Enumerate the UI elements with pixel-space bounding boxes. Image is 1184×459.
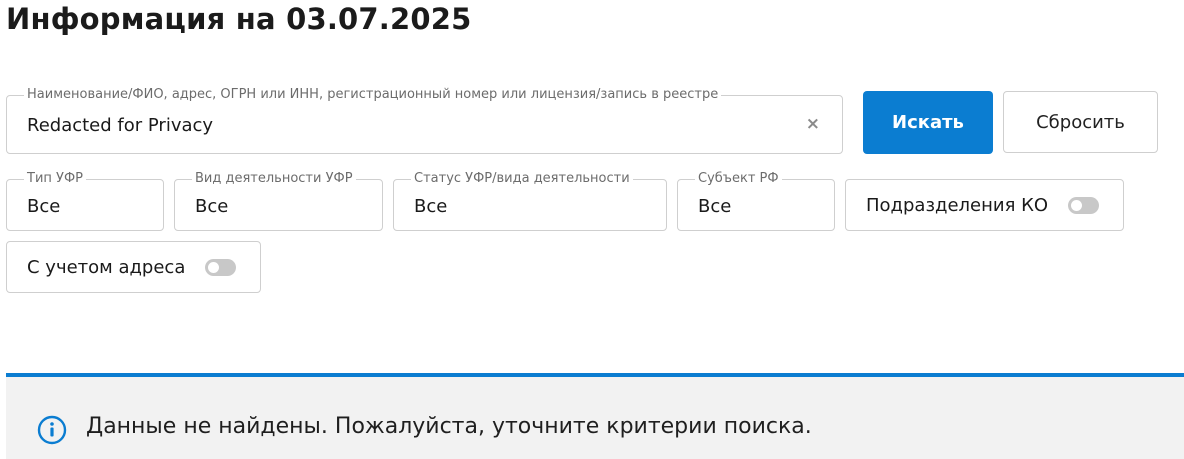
search-field[interactable]: Наименование/ФИО, адрес, ОГРН или ИНН, р…	[6, 87, 843, 154]
filter-activity-type[interactable]: Вид деятельности УФР Все	[174, 171, 383, 231]
search-button[interactable]: Искать	[863, 91, 993, 154]
filter-value: Все	[195, 196, 229, 217]
filter-status[interactable]: Статус УФР/вида деятельности Все	[393, 171, 667, 231]
search-field-label: Наименование/ФИО, адрес, ОГРН или ИНН, р…	[24, 87, 722, 103]
search-page: Информация на 03.07.2025 Наименование/ФИ…	[0, 0, 1184, 459]
filter-value: Все	[414, 196, 448, 217]
toggle-label: Подразделения КО	[866, 194, 1049, 216]
alert-message: Данные не найдены. Пожалуйста, уточните …	[86, 414, 812, 439]
reset-button[interactable]: Сбросить	[1003, 91, 1158, 153]
toggle-switch[interactable]	[1068, 196, 1100, 214]
filter-value: Все	[698, 196, 732, 217]
no-results-alert: Данные не найдены. Пожалуйста, уточните …	[6, 373, 1184, 459]
filter-region[interactable]: Субъект РФ Все	[677, 171, 835, 231]
filter-label: Субъект РФ	[695, 171, 782, 187]
toggle-switch[interactable]	[205, 258, 237, 276]
info-icon	[37, 415, 67, 445]
filter-ufr-type[interactable]: Тип УФР Все	[6, 171, 164, 231]
toggle-ko-divisions[interactable]: Подразделения КО	[845, 179, 1124, 231]
clear-icon[interactable]: ×	[806, 114, 820, 134]
filter-label: Статус УФР/вида деятельности	[411, 171, 633, 187]
search-input[interactable]: Redacted for Privacy	[27, 115, 213, 136]
toggle-with-address[interactable]: С учетом адреса	[6, 241, 261, 293]
filter-value: Все	[27, 196, 61, 217]
filter-label: Вид деятельности УФР	[192, 171, 356, 187]
filter-label: Тип УФР	[24, 171, 86, 187]
page-title: Информация на 03.07.2025	[6, 2, 472, 36]
toggle-label: С учетом адреса	[27, 256, 186, 278]
